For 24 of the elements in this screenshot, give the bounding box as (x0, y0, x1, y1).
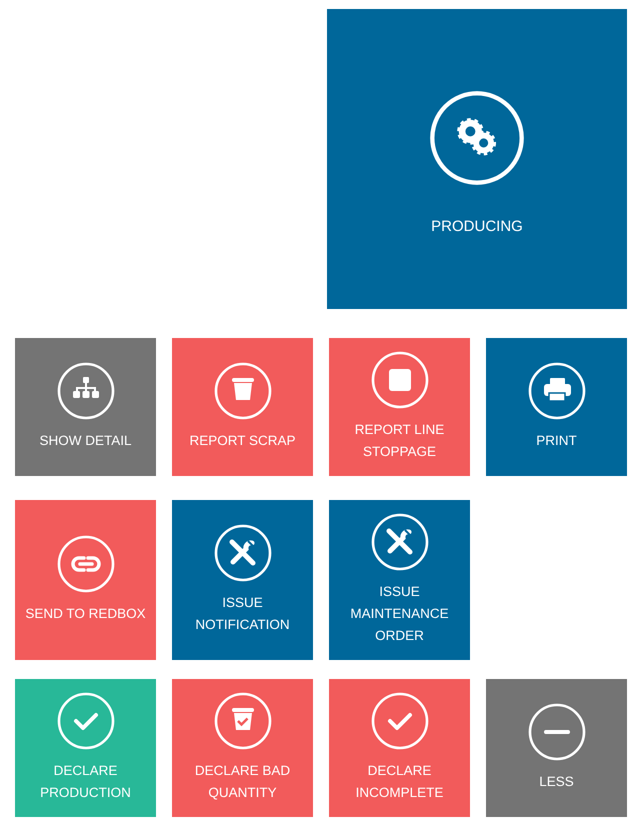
check-icon (56, 692, 114, 750)
action-tile[interactable]: ISSUE NOTIFICATION (172, 500, 313, 660)
action-tile[interactable]: DECLARE PRODUCTION (15, 679, 156, 817)
action-tile[interactable]: REPORT SCRAP (172, 338, 313, 476)
tools-icon (214, 524, 272, 582)
link-icon (56, 535, 114, 593)
action-tile[interactable]: SEND TO REDBOX (15, 500, 156, 660)
check-icon (370, 692, 428, 750)
action-tile[interactable]: PRINT (486, 338, 627, 476)
stop-icon (370, 351, 428, 409)
action-tile[interactable]: ISSUE MAINTENANCE ORDER (329, 500, 470, 660)
action-tile[interactable]: SHOW DETAIL (15, 338, 156, 476)
minus-icon (528, 703, 586, 761)
action-tile[interactable]: REPORT LINE STOPPAGE (329, 338, 470, 476)
tools-icon (370, 513, 428, 571)
printer-icon (528, 362, 586, 420)
action-tile[interactable]: DECLARE BAD QUANTITY (172, 679, 313, 817)
trash-icon (214, 362, 272, 420)
hierarchy-icon (56, 362, 114, 420)
action-tile[interactable]: DECLARE INCOMPLETE (329, 679, 470, 817)
gears-icon (429, 90, 525, 186)
action-tile[interactable]: LESS (486, 679, 627, 817)
trash-check-icon (214, 692, 272, 750)
status-tile[interactable]: PRODUCING (327, 9, 627, 309)
